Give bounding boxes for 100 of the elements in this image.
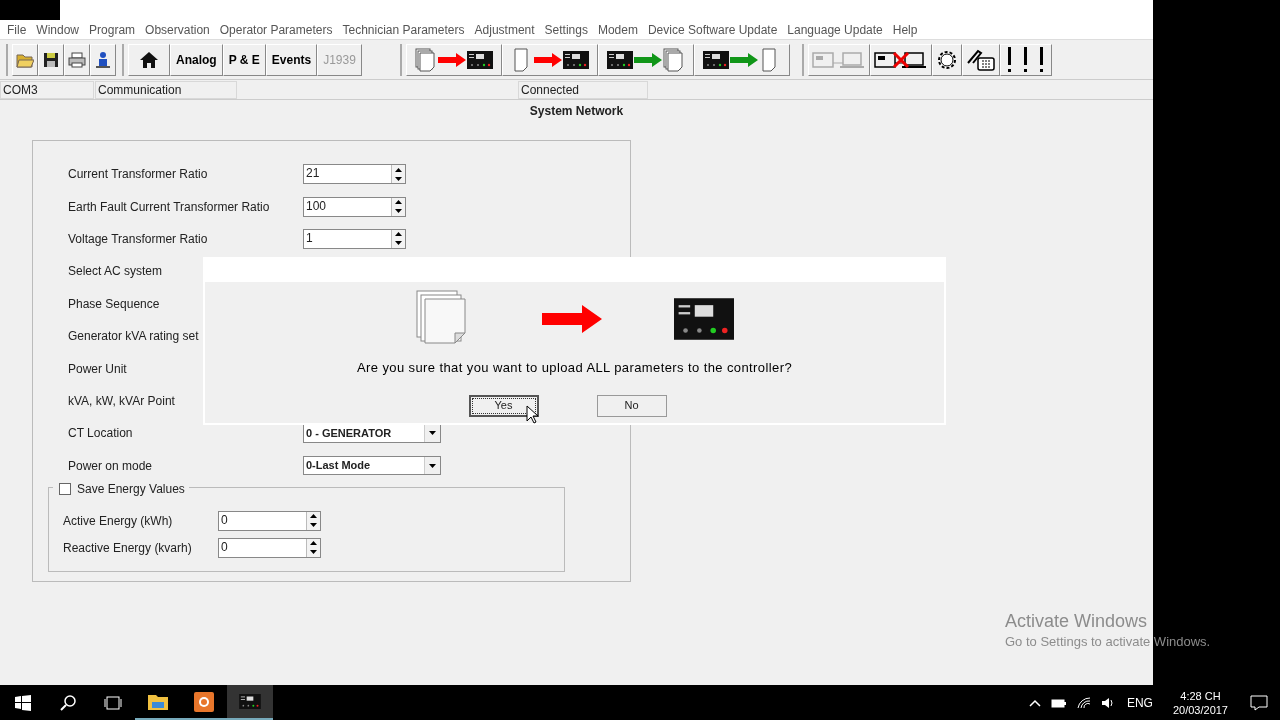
arrow-icon — [541, 305, 602, 333]
speaker-icon[interactable] — [1100, 696, 1115, 709]
number-field[interactable]: 100 — [303, 196, 406, 217]
status-cell: Communication — [95, 80, 237, 99]
spin-buttons[interactable] — [391, 229, 405, 248]
number-field[interactable]: 0 — [218, 510, 321, 531]
dialog-message: Are you sure that you want to upload ALL parameters to the controller? — [356, 359, 793, 377]
down-arrow-icon — [395, 241, 402, 246]
battery-icon[interactable] — [1050, 697, 1067, 708]
chevron-up-icon[interactable] — [1028, 698, 1041, 707]
folder-icon — [16, 51, 34, 68]
down-arrow-icon — [310, 523, 317, 528]
clock[interactable]: 4:28 CH 20/03/2017 — [1172, 688, 1228, 717]
menu-item[interactable]: Operator Parameters — [214, 20, 338, 39]
controller-icon — [562, 50, 589, 69]
number-field[interactable]: 0 — [218, 537, 321, 558]
toolbar-button[interactable] — [38, 43, 64, 76]
menu-item[interactable]: Help — [887, 20, 923, 39]
down-arrow-icon — [395, 176, 402, 181]
caret-icon — [429, 431, 436, 436]
toolbar-button[interactable]: P & E — [222, 43, 266, 76]
field-label: Power Unit — [68, 360, 128, 378]
toolbar-button[interactable] — [931, 43, 962, 76]
toolbar-button[interactable] — [999, 43, 1052, 76]
checkbox-label: Save Energy Values — [77, 480, 185, 498]
field-label: CT Location — [68, 425, 134, 443]
spin-buttons[interactable] — [391, 197, 405, 216]
menu-item[interactable]: Observation — [140, 20, 215, 39]
menu-item[interactable]: Settings — [539, 20, 593, 39]
up-arrow-icon — [395, 232, 402, 237]
menu-item[interactable]: Technician Parameters — [337, 20, 470, 39]
windows-start-icon[interactable] — [14, 694, 31, 711]
arrow-icon — [729, 52, 758, 67]
wifi-icon[interactable] — [1076, 696, 1091, 709]
toolbar-button[interactable] — [90, 43, 116, 76]
home-icon — [139, 50, 159, 69]
down-arrow-icon — [395, 209, 402, 214]
down-arrow-icon — [310, 550, 317, 555]
field-value: 0 — [220, 511, 229, 529]
notifications-icon[interactable] — [1250, 694, 1268, 711]
person-icon — [95, 50, 111, 69]
field-label: kVA, kW, kVAr Point — [68, 392, 176, 410]
panel-title: System Network — [529, 103, 624, 120]
status-cell: COM3 — [0, 80, 94, 99]
activation-title: Activate Windows — [1005, 610, 1149, 632]
number-field[interactable]: 1 — [303, 228, 406, 249]
taskbar-app[interactable] — [227, 685, 273, 720]
menu-item[interactable]: Modem — [592, 20, 643, 39]
menu-item[interactable]: Program — [84, 20, 141, 39]
toolbar-button[interactable] — [961, 43, 1000, 76]
checkbox[interactable] — [59, 482, 71, 495]
status-cell: Connected — [518, 80, 648, 99]
field-label: Current Transformer Ratio — [68, 166, 209, 184]
field-label: Power on mode — [68, 457, 154, 475]
transfer-button[interactable] — [405, 43, 502, 76]
arrow-icon — [437, 52, 466, 67]
arrow-icon — [633, 52, 662, 67]
spin-buttons[interactable] — [306, 538, 320, 557]
dropdown-button[interactable] — [424, 457, 440, 475]
menu-item[interactable]: Adjustment — [469, 20, 540, 39]
field-label: Reactive Energy (kvarh) — [63, 539, 193, 557]
field-value: 0 - GENERATOR — [305, 425, 393, 441]
controller-icon — [702, 50, 729, 69]
home-button[interactable] — [128, 43, 170, 76]
field-label: Generator kVA rating set — [68, 328, 200, 346]
number-field[interactable]: 21 — [303, 164, 406, 185]
controller-icon — [606, 50, 633, 69]
menu-item[interactable]: Window — [31, 20, 85, 39]
menu-item[interactable]: File — [2, 20, 32, 39]
dialog-button[interactable]: Yes — [468, 394, 539, 417]
dialog-button[interactable]: No — [596, 394, 667, 417]
menu-item[interactable]: Language Update — [782, 20, 888, 39]
dropdown-field[interactable]: 0-Last Mode — [303, 456, 441, 476]
toolbar-button[interactable] — [869, 43, 932, 76]
telephone-icon — [965, 48, 996, 71]
field-value: 0 — [220, 538, 229, 556]
field-value: 0-Last Mode — [305, 458, 372, 474]
field-value: 100 — [305, 197, 328, 215]
documents-icon — [414, 47, 437, 72]
toolbar-button[interactable]: Events — [265, 43, 318, 76]
spin-buttons[interactable] — [391, 165, 405, 184]
transfer-button[interactable] — [693, 43, 790, 76]
documents-icon — [662, 47, 685, 72]
controller-icon — [673, 298, 734, 340]
field-label: Voltage Transformer Ratio — [68, 230, 209, 248]
field-value: 1 — [305, 229, 314, 247]
up-arrow-icon — [310, 514, 317, 519]
spin-buttons[interactable] — [306, 511, 320, 530]
transfer-button[interactable] — [597, 43, 694, 76]
language-indicator[interactable]: ENG — [1126, 693, 1153, 712]
transfer-button[interactable] — [501, 43, 598, 76]
toolbar-button[interactable]: Analog — [170, 43, 223, 76]
menu-item[interactable]: Device Software Update — [642, 20, 783, 39]
field-label: Select AC system — [68, 263, 164, 281]
search-icon[interactable] — [59, 694, 76, 711]
task-view-icon[interactable] — [103, 695, 122, 710]
controller-icon — [239, 694, 261, 709]
up-arrow-icon — [395, 200, 402, 205]
controller-icon — [466, 50, 493, 69]
up-arrow-icon — [310, 541, 317, 546]
